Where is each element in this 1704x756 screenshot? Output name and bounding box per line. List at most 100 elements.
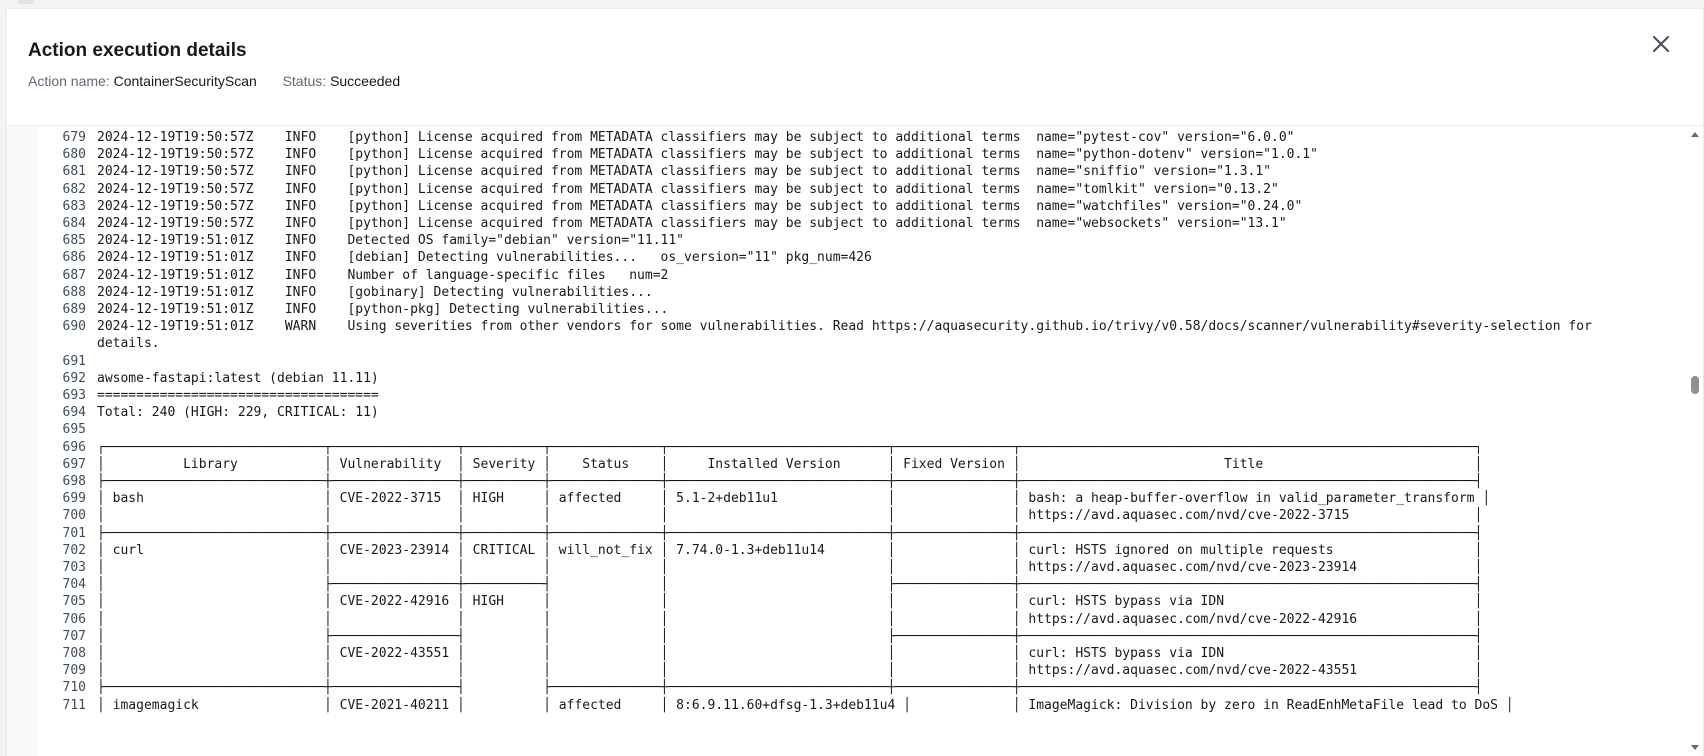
line-number: 699 <box>62 491 86 507</box>
line-text: │ │ CVE-2022-43551 │ │ │ │ │ curl: HSTS … <box>97 646 1483 661</box>
line-number: 706 <box>62 611 86 627</box>
caret-up-icon[interactable] <box>1690 130 1700 138</box>
line-number: 692 <box>62 370 86 386</box>
caret-down-icon[interactable] <box>1690 744 1700 752</box>
line-text: │ bash │ CVE-2022-3715 │ HIGH │ affected… <box>97 491 1491 507</box>
line-number: 690 <box>62 319 86 335</box>
line-text: ├────────────────────────────┼──────────… <box>97 680 1483 696</box>
line-text: │ │ │ │ │ │ │ https://avd.aquasec.com/nv… <box>97 560 1483 575</box>
log-scrollbar[interactable] <box>1687 126 1703 756</box>
line-number: 680 <box>62 147 86 163</box>
log-line: 703 │ │ │ │ │ │ │ https://avd.aquasec.com… <box>7 559 1682 578</box>
line-number: 704 <box>62 577 86 593</box>
line-number: 691 <box>62 353 86 369</box>
line-text: │ ├────────────────┼──────────┤ │ ├─────… <box>97 577 1483 593</box>
log-line: 693 ==================================== <box>7 387 1682 406</box>
log-line: 679 2024-12-19T19:50:57Z INFO [python] Li… <box>7 129 1682 148</box>
log-line: 682 2024-12-19T19:50:57Z INFO [python] Li… <box>7 181 1682 200</box>
line-text: 2024-12-19T19:50:57Z INFO [python] Licen… <box>97 216 1287 231</box>
line-text: 2024-12-19T19:50:57Z INFO [python] Licen… <box>97 164 1271 180</box>
line-number: 685 <box>62 233 86 249</box>
line-text: details. <box>97 336 160 352</box>
line-text: 2024-12-19T19:51:01Z INFO Number of lang… <box>97 267 669 283</box>
log-line: 706 │ │ │ │ │ │ │ https://avd.aquasec.com… <box>7 611 1682 630</box>
line-number: 679 <box>62 130 86 145</box>
log-line: 686 2024-12-19T19:51:01Z INFO [debian] De… <box>7 249 1682 268</box>
line-number: 703 <box>62 560 86 575</box>
line-number: 711 <box>62 697 86 713</box>
modal-meta: Action name: ContainerSecurityScan Statu… <box>28 73 400 89</box>
line-text: awsome-fastapi:latest (debian 11.11) <box>97 370 379 386</box>
line-text: │ │ CVE-2022-42916 │ HIGH │ │ │ │ curl: … <box>97 594 1483 610</box>
line-text: ├────────────────────────────┼──────────… <box>97 474 1483 489</box>
log-line: 710 ├────────────────────────────┼───────… <box>7 679 1682 698</box>
line-number: 684 <box>62 216 86 231</box>
line-number: 682 <box>62 181 86 197</box>
line-number: 694 <box>62 405 86 421</box>
line-number: 697 <box>62 456 86 472</box>
line-text: ┌────────────────────────────┬──────────… <box>97 439 1483 455</box>
line-text: Total: 240 (HIGH: 229, CRITICAL: 11) <box>97 405 379 421</box>
line-text: 2024-12-19T19:50:57Z INFO [python] Licen… <box>97 147 1318 163</box>
line-number: 698 <box>62 474 86 489</box>
line-text: 2024-12-19T19:51:01Z INFO Detected OS fa… <box>97 233 684 249</box>
action-name-label: Action name: <box>28 73 110 89</box>
log-line: 688 2024-12-19T19:51:01Z INFO [gobinary] … <box>7 284 1682 303</box>
log-line: 697 │ Library │ Vulnerability │ Severity … <box>7 456 1682 475</box>
log-output[interactable]: 679 2024-12-19T19:50:57Z INFO [python] Li… <box>7 126 1703 756</box>
log-line: 685 2024-12-19T19:51:01Z INFO Detected OS… <box>7 232 1682 251</box>
line-text: 2024-12-19T19:50:57Z INFO [python] Licen… <box>97 130 1295 145</box>
line-text: │ Library │ Vulnerability │ Severity │ S… <box>97 456 1483 472</box>
log-line: details. <box>7 335 1682 354</box>
log-line: 701 ├────────────────────────────┼───────… <box>7 525 1682 544</box>
line-number: 702 <box>62 542 86 558</box>
log-line: 704 │ ├────────────────┼──────────┤ │ ├──… <box>7 576 1682 595</box>
line-text: 2024-12-19T19:51:01Z INFO [debian] Detec… <box>97 250 872 266</box>
line-number: 688 <box>62 284 86 300</box>
line-number: 710 <box>62 680 86 696</box>
line-text: 2024-12-19T19:50:57Z INFO [python] Licen… <box>97 198 1303 214</box>
line-number: 687 <box>62 267 86 283</box>
line-text: │ curl │ CVE-2023-23914 │ CRITICAL │ wil… <box>97 542 1483 558</box>
line-number: 683 <box>62 198 86 214</box>
line-text: │ │ │ │ │ │ │ https://avd.aquasec.com/nv… <box>97 611 1483 627</box>
log-line: 698 ├────────────────────────────┼───────… <box>7 473 1682 492</box>
line-number: 693 <box>62 388 86 403</box>
log-line: 691 <box>7 353 1682 372</box>
close-button[interactable] <box>1647 30 1675 58</box>
line-text: ==================================== <box>97 388 379 403</box>
scroll-thumb[interactable] <box>1691 376 1699 394</box>
line-number: 700 <box>62 508 86 524</box>
line-text: 2024-12-19T19:50:57Z INFO [python] Licen… <box>97 181 1279 197</box>
line-number: 689 <box>62 302 86 317</box>
log-line: 692 awsome-fastapi:latest (debian 11.11) <box>7 370 1682 389</box>
log-line: 709 │ │ │ │ │ │ │ https://avd.aquasec.com… <box>7 662 1682 681</box>
line-text: 2024-12-19T19:51:01Z INFO [gobinary] Det… <box>97 284 653 300</box>
line-number: 705 <box>62 594 86 610</box>
status-label: Status: <box>282 73 327 89</box>
line-text: 2024-12-19T19:51:01Z INFO [python-pkg] D… <box>97 302 669 317</box>
background-page-strip <box>0 0 1704 8</box>
line-text: │ imagemagick │ CVE-2021-40211 │ │ affec… <box>97 697 1514 713</box>
log-line: 680 2024-12-19T19:50:57Z INFO [python] Li… <box>7 146 1682 165</box>
line-number: 681 <box>62 164 86 180</box>
action-execution-details-modal: Action execution details Action name: Co… <box>6 8 1704 756</box>
log-line: 695 <box>7 421 1682 440</box>
close-icon[interactable] <box>1652 35 1670 53</box>
log-line: 690 2024-12-19T19:51:01Z WARN Using sever… <box>7 318 1682 337</box>
line-number: 701 <box>62 525 86 541</box>
log-line: 702 │ curl │ CVE-2023-23914 │ CRITICAL │ … <box>7 542 1682 561</box>
log-line: 681 2024-12-19T19:50:57Z INFO [python] Li… <box>7 163 1682 182</box>
log-line: 711 │ imagemagick │ CVE-2021-40211 │ │ af… <box>7 697 1682 716</box>
modal-header: Action execution details Action name: Co… <box>7 9 1703 126</box>
line-number: 709 <box>62 663 86 679</box>
log-line: 699 │ bash │ CVE-2022-3715 │ HIGH │ affec… <box>7 490 1682 509</box>
line-number: 696 <box>62 439 86 455</box>
line-text: ├────────────────────────────┼──────────… <box>97 525 1483 541</box>
modal-title: Action execution details <box>28 40 247 61</box>
log-line: 705 │ │ CVE-2022-42916 │ HIGH │ │ │ │ cur… <box>7 593 1682 612</box>
line-number: 708 <box>62 646 86 661</box>
log-line: 694 Total: 240 (HIGH: 229, CRITICAL: 11) <box>7 404 1682 423</box>
line-number: 707 <box>62 628 86 644</box>
log-line: 684 2024-12-19T19:50:57Z INFO [python] Li… <box>7 215 1682 234</box>
